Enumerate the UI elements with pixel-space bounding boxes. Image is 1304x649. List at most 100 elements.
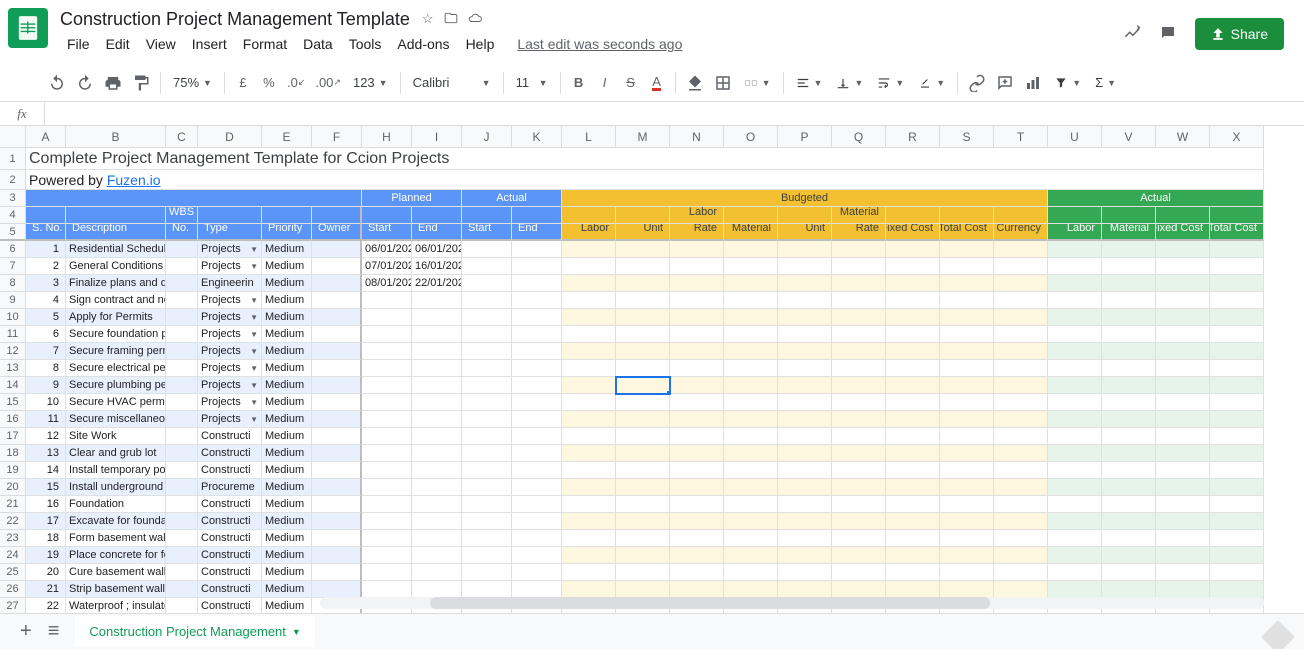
data-cell[interactable] <box>1048 445 1102 462</box>
data-cell[interactable]: Secure framing permit <box>66 343 166 360</box>
data-cell[interactable] <box>1156 275 1210 292</box>
data-cell[interactable] <box>940 530 994 547</box>
row-header[interactable]: 14 <box>0 377 26 394</box>
data-cell[interactable] <box>166 309 198 326</box>
data-cell[interactable] <box>1102 394 1156 411</box>
column-header-label[interactable]: Total Cost <box>1210 224 1264 241</box>
data-cell[interactable]: Cure basement walls f <box>66 564 166 581</box>
data-cell[interactable] <box>362 326 412 343</box>
data-cell[interactable] <box>886 564 940 581</box>
percent-button[interactable]: % <box>257 71 281 94</box>
data-cell[interactable] <box>1102 581 1156 598</box>
data-cell[interactable] <box>724 309 778 326</box>
data-cell[interactable]: 1 <box>26 241 66 258</box>
data-cell[interactable]: Foundation <box>66 496 166 513</box>
data-cell[interactable] <box>724 326 778 343</box>
column-header-upper[interactable] <box>562 207 616 224</box>
data-cell[interactable] <box>1048 581 1102 598</box>
data-cell[interactable] <box>362 496 412 513</box>
column-header-upper[interactable] <box>312 207 362 224</box>
column-header-upper[interactable] <box>886 207 940 224</box>
data-cell[interactable] <box>616 428 670 445</box>
data-cell[interactable] <box>940 513 994 530</box>
data-cell[interactable] <box>994 462 1048 479</box>
data-cell[interactable] <box>562 309 616 326</box>
menu-tools[interactable]: Tools <box>342 32 389 56</box>
data-cell[interactable] <box>832 326 886 343</box>
data-cell[interactable] <box>362 360 412 377</box>
data-cell[interactable]: Medium▼ <box>262 581 312 598</box>
data-cell[interactable] <box>724 411 778 428</box>
row-header[interactable]: 16 <box>0 411 26 428</box>
group-header-blank[interactable] <box>26 190 362 207</box>
wrap-dropdown[interactable]: ▼ <box>871 74 910 92</box>
increase-decimal-button[interactable]: .00↗ <box>311 71 345 94</box>
data-cell[interactable] <box>616 564 670 581</box>
data-cell[interactable]: 19 <box>26 547 66 564</box>
column-header-label[interactable]: Rate <box>832 224 886 241</box>
menu-data[interactable]: Data <box>296 32 340 56</box>
data-cell[interactable] <box>670 394 724 411</box>
data-cell[interactable] <box>1156 428 1210 445</box>
data-cell[interactable] <box>1102 428 1156 445</box>
data-cell[interactable] <box>512 343 562 360</box>
data-cell[interactable] <box>166 394 198 411</box>
group-header-budgeted[interactable]: Budgeted <box>562 190 1048 207</box>
column-header[interactable]: F <box>312 126 362 148</box>
data-cell[interactable] <box>412 394 462 411</box>
data-cell[interactable]: Medium▼ <box>262 513 312 530</box>
data-cell[interactable] <box>562 530 616 547</box>
data-cell[interactable]: Projects▼ <box>198 292 262 309</box>
data-cell[interactable] <box>412 326 462 343</box>
data-cell[interactable] <box>994 275 1048 292</box>
data-cell[interactable] <box>1102 241 1156 258</box>
data-cell[interactable] <box>562 428 616 445</box>
data-cell[interactable]: 10 <box>26 394 66 411</box>
data-cell[interactable] <box>166 496 198 513</box>
data-cell[interactable] <box>166 445 198 462</box>
data-cell[interactable] <box>1048 326 1102 343</box>
data-cell[interactable] <box>778 513 832 530</box>
data-cell[interactable] <box>462 581 512 598</box>
data-cell[interactable] <box>1102 479 1156 496</box>
data-cell[interactable]: Projects▼ <box>198 326 262 343</box>
column-header[interactable]: N <box>670 126 724 148</box>
column-header-label[interactable]: End <box>512 224 562 241</box>
data-cell[interactable] <box>778 564 832 581</box>
data-cell[interactable] <box>312 547 362 564</box>
data-cell[interactable] <box>312 377 362 394</box>
data-cell[interactable]: Medium▼ <box>262 496 312 513</box>
data-cell[interactable] <box>724 496 778 513</box>
data-cell[interactable] <box>724 479 778 496</box>
data-cell[interactable] <box>462 547 512 564</box>
data-cell[interactable] <box>994 241 1048 258</box>
more-formats-dropdown[interactable]: 123▼ <box>347 73 394 92</box>
data-cell[interactable] <box>462 377 512 394</box>
data-cell[interactable] <box>1102 326 1156 343</box>
column-header[interactable]: J <box>462 126 512 148</box>
data-cell[interactable] <box>886 292 940 309</box>
column-header-upper[interactable] <box>994 207 1048 224</box>
data-cell[interactable] <box>312 479 362 496</box>
data-cell[interactable]: Constructi▼ <box>198 530 262 547</box>
data-cell[interactable]: Medium▼ <box>262 326 312 343</box>
data-cell[interactable] <box>670 445 724 462</box>
data-cell[interactable]: Projects▼ <box>198 360 262 377</box>
data-cell[interactable]: Medium▼ <box>262 275 312 292</box>
row-header[interactable]: 18 <box>0 445 26 462</box>
data-cell[interactable] <box>994 394 1048 411</box>
data-cell[interactable] <box>312 394 362 411</box>
data-cell[interactable] <box>166 275 198 292</box>
data-cell[interactable] <box>616 377 670 394</box>
data-cell[interactable] <box>940 241 994 258</box>
print-icon[interactable] <box>100 70 126 96</box>
column-header-upper[interactable]: Labor <box>670 207 724 224</box>
data-cell[interactable] <box>994 581 1048 598</box>
data-cell[interactable] <box>512 581 562 598</box>
data-cell[interactable] <box>166 343 198 360</box>
last-edit-link[interactable]: Last edit was seconds ago <box>517 36 682 52</box>
data-cell[interactable] <box>832 428 886 445</box>
data-cell[interactable] <box>166 479 198 496</box>
data-cell[interactable] <box>832 258 886 275</box>
data-cell[interactable] <box>886 547 940 564</box>
